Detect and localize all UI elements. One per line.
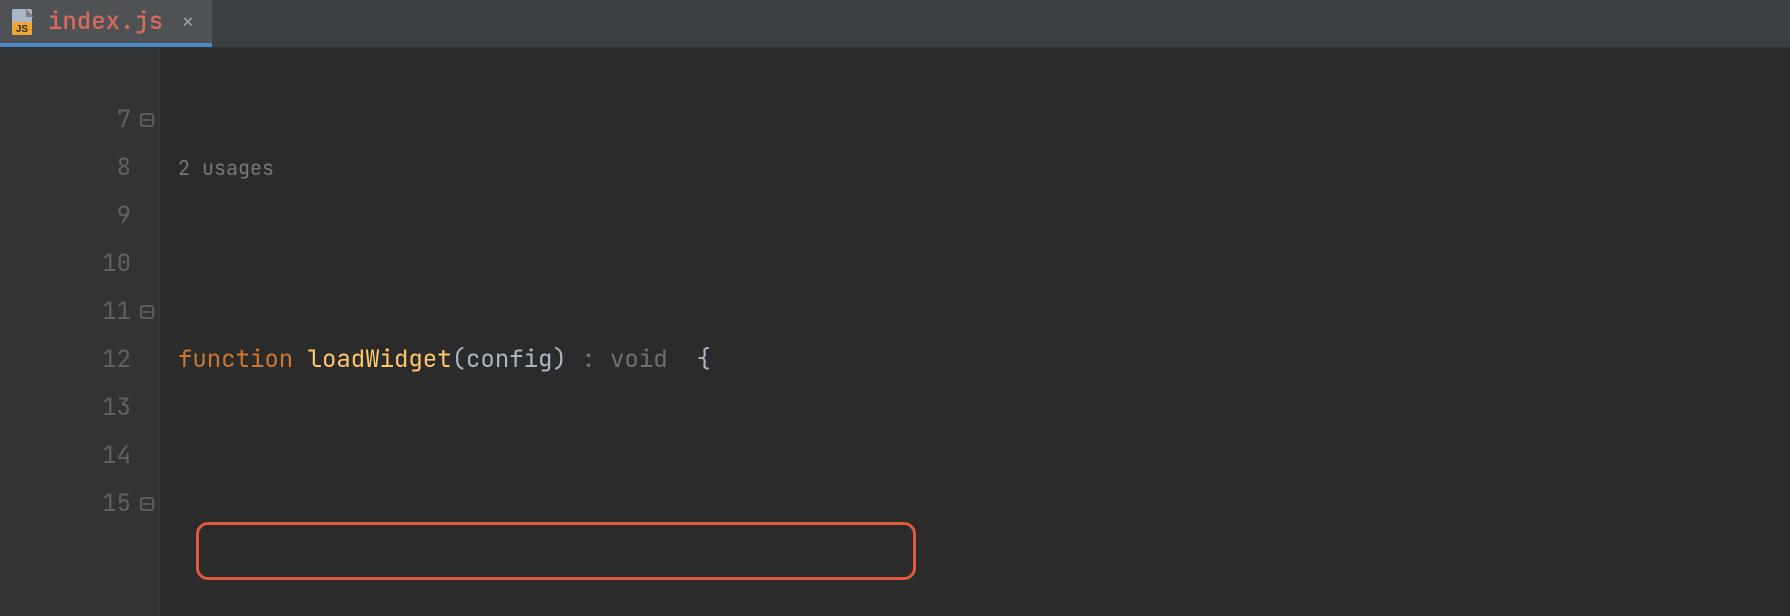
editor: 7 8 9 10 11 12 13 14 15 2 usages functio…: [0, 48, 1790, 616]
line-number: 10: [0, 240, 131, 288]
line-number: 12: [0, 336, 131, 384]
fold-minus-icon[interactable]: [139, 304, 155, 320]
gutter: 7 8 9 10 11 12 13 14 15: [0, 48, 160, 616]
line-number: 11: [0, 288, 131, 336]
code-line-8[interactable]: const model : Model = new Model(config);: [172, 528, 1790, 576]
tab-index-js[interactable]: JS index.js ×: [0, 0, 212, 47]
fold-minus-icon[interactable]: [139, 112, 155, 128]
fold-marker-icon[interactable]: [139, 496, 155, 512]
js-file-icon: JS: [10, 8, 38, 36]
close-icon[interactable]: ×: [181, 11, 194, 33]
tab-bar: JS index.js ×: [0, 0, 1790, 48]
code-area[interactable]: 2 usages function loadWidget(config) : v…: [160, 48, 1790, 616]
svg-text:JS: JS: [16, 24, 29, 35]
line-number: 13: [0, 384, 131, 432]
line-number: 8: [0, 144, 131, 192]
line-number: 15: [0, 480, 131, 528]
code-line-7[interactable]: function loadWidget(config) : void {: [172, 336, 1790, 384]
line-number: 7: [0, 96, 131, 144]
usages-hint[interactable]: 2 usages: [172, 144, 1790, 192]
tab-label: index.js: [48, 6, 163, 37]
line-number: 9: [0, 192, 131, 240]
highlight-box: [196, 522, 916, 580]
line-number: 14: [0, 432, 131, 480]
